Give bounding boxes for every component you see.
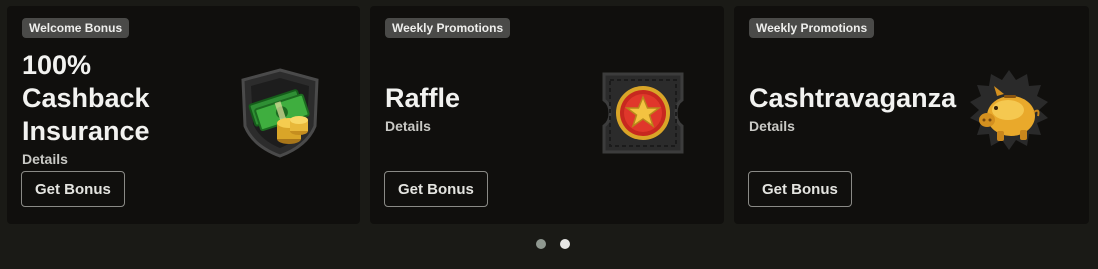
details-link[interactable]: Details (749, 118, 795, 134)
promo-title: 100% Cashback Insurance (22, 50, 150, 146)
pagination-dot-2[interactable] (560, 239, 570, 249)
get-bonus-button[interactable]: Get Bonus (21, 171, 125, 207)
promo-card-cashback[interactable]: Welcome Bonus 100% Cashback Insurance De… (7, 6, 360, 224)
get-bonus-button[interactable]: Get Bonus (748, 171, 852, 207)
piggy-bank-icon (970, 70, 1048, 150)
details-link[interactable]: Details (385, 118, 431, 134)
promo-badge: Weekly Promotions (385, 18, 511, 38)
pagination-dot-1[interactable] (536, 239, 546, 249)
promo-title: Cashtravaganza (749, 83, 957, 113)
raffle-ticket-star-icon (602, 72, 684, 154)
promo-title: Raffle (385, 83, 461, 113)
promo-badge: Welcome Bonus (22, 18, 130, 38)
promo-card-raffle[interactable]: Weekly Promotions Raffle Details Get Bon… (370, 6, 724, 224)
get-bonus-button[interactable]: Get Bonus (384, 171, 488, 207)
promo-card-cashtravaganza[interactable]: Weekly Promotions Cashtravaganza Details… (734, 6, 1089, 224)
promo-badge: Weekly Promotions (749, 18, 875, 38)
cash-shield-icon (241, 68, 319, 158)
details-link[interactable]: Details (22, 151, 68, 167)
